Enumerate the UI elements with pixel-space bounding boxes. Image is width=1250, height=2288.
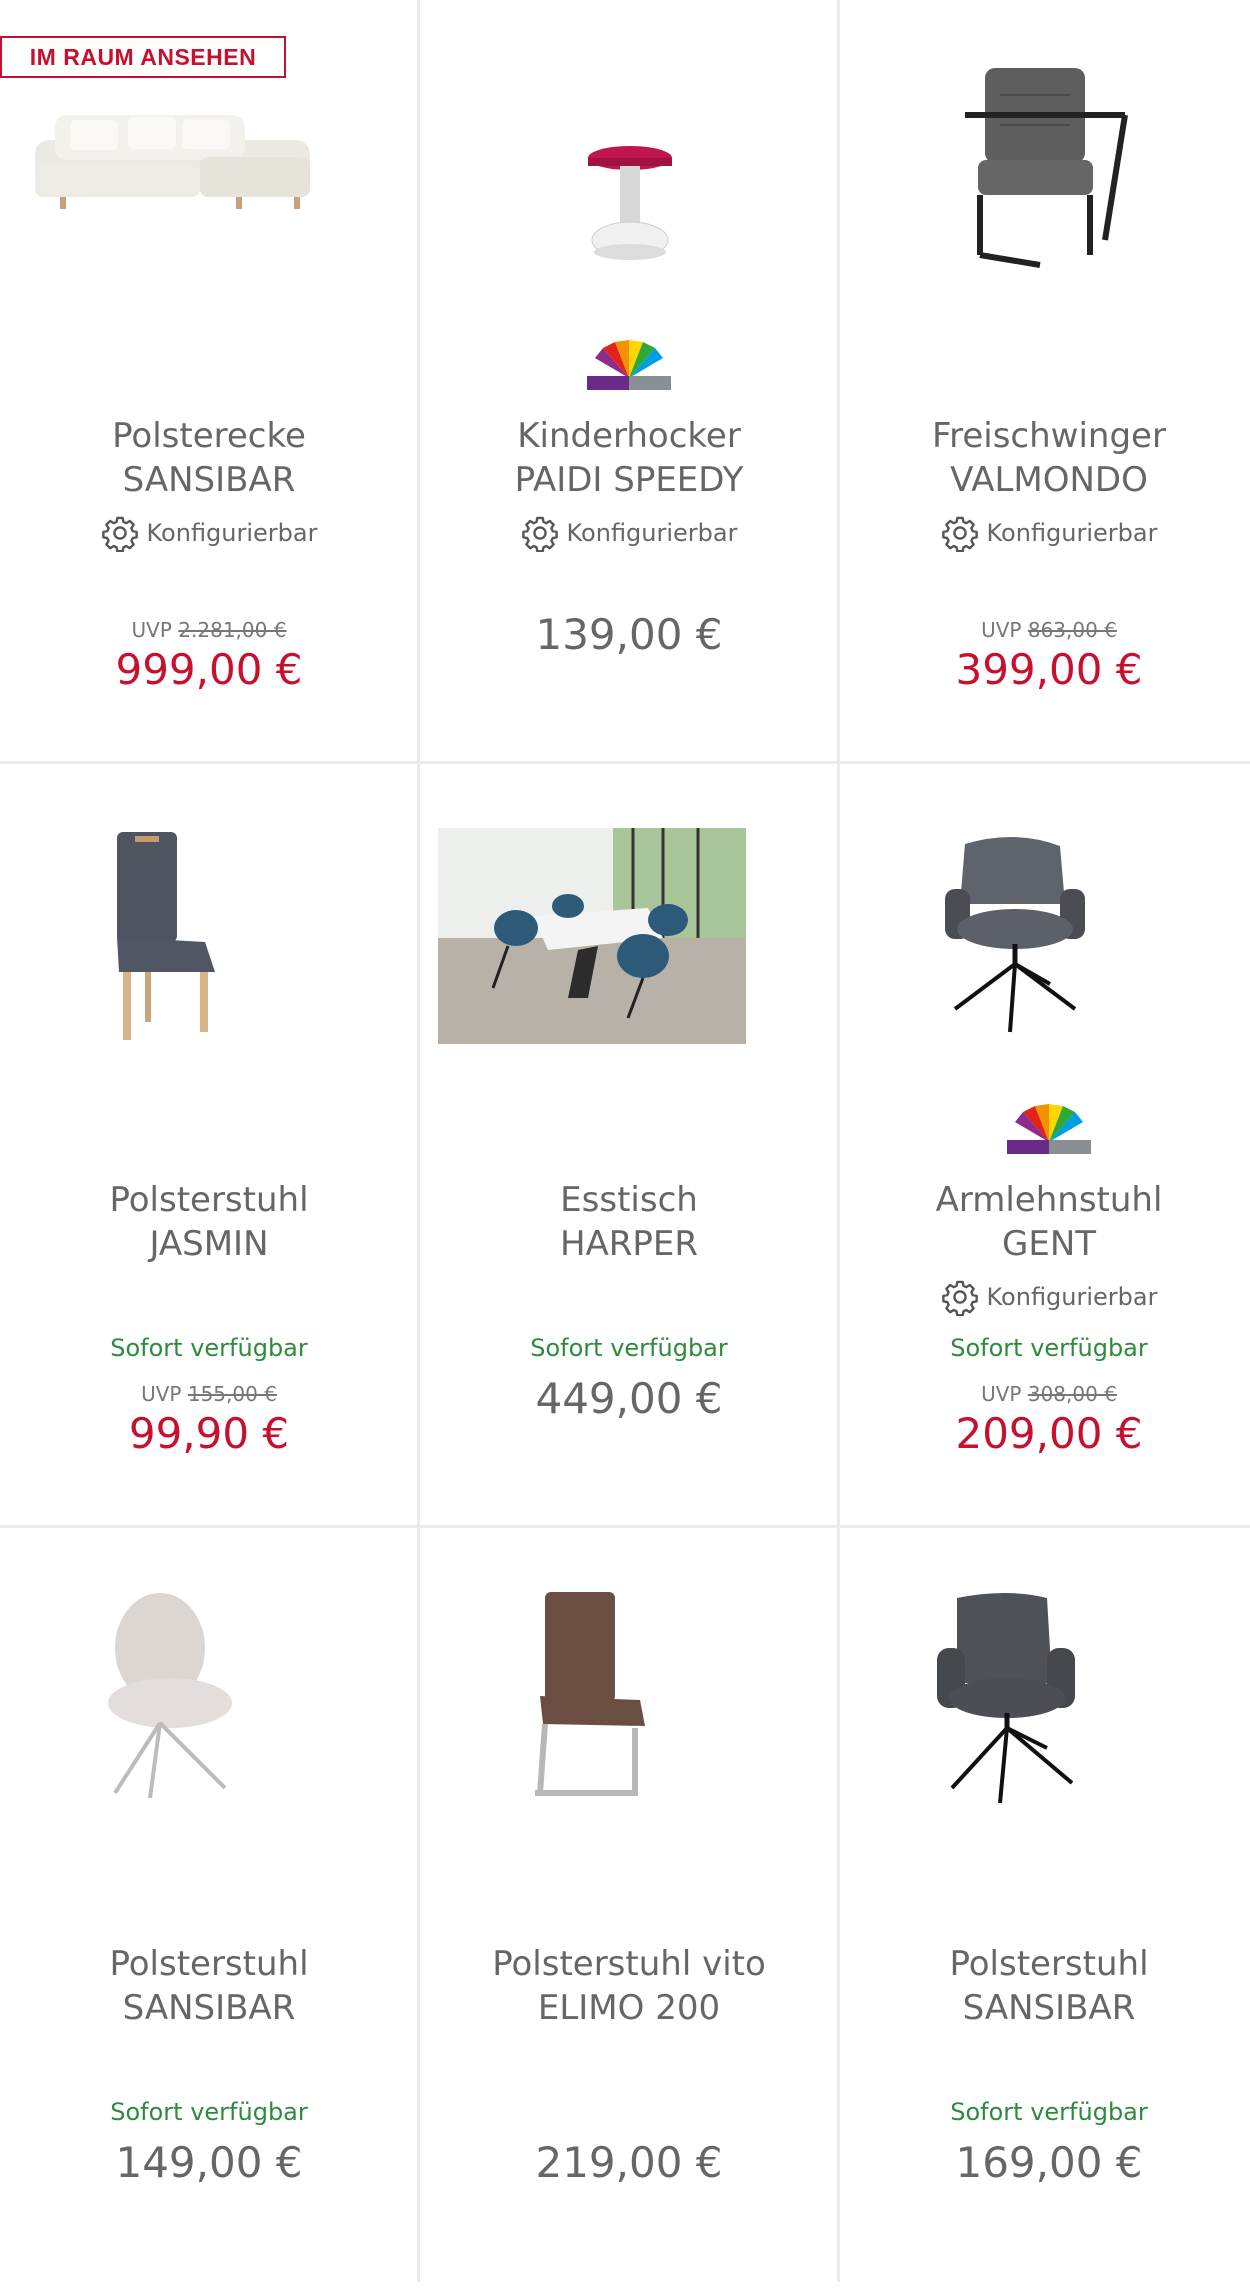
product-image[interactable] (840, 0, 1250, 330)
uvp-price: UVP 863,00 € (981, 618, 1117, 642)
product-card-polsterecke-sansibar[interactable]: IM RAUM ANSEHEN Polsterecke SANSIBAR Konf… (0, 0, 418, 760)
product-name[interactable]: Polsterstuhl SANSIBAR (840, 1942, 1250, 2030)
product-card-polsterstuhl-sansibar[interactable]: Polsterstuhl SANSIBAR Sofort verfügbar 14… (0, 1528, 418, 2288)
product-image[interactable] (0, 764, 418, 1094)
brand-logo-icon (1007, 1104, 1091, 1154)
configurable-label: Konfigurierbar (420, 514, 838, 552)
product-card-esstisch-harper[interactable]: Esstisch HARPER Sofort verfügbar 449,00 € (420, 764, 838, 1524)
product-image[interactable] (840, 1528, 1250, 1858)
configurable-label: Konfigurierbar (0, 514, 418, 552)
configurable-label: Konfigurierbar (840, 514, 1250, 552)
product-price: 99,90 € (128, 1409, 290, 1458)
product-price: 169,00 € (955, 2138, 1143, 2187)
product-card-freischwinger-valmondo[interactable]: Freischwinger VALMONDO Konfigurierbar UVP… (840, 0, 1250, 760)
product-name[interactable]: Esstisch HARPER (420, 1178, 838, 1266)
product-name[interactable]: Polsterstuhl JASMIN (0, 1178, 418, 1266)
product-price: 149,00 € (115, 2138, 303, 2187)
product-image[interactable] (0, 1528, 418, 1858)
configurable-label: Konfigurierbar (840, 1278, 1250, 1316)
product-name[interactable]: Polsterstuhl SANSIBAR (0, 1942, 418, 2030)
product-image[interactable] (420, 764, 838, 1094)
product-card-kinderhocker-paidi-speedy[interactable]: Kinderhocker PAIDI SPEEDY Konfigurierbar … (420, 0, 838, 760)
product-name[interactable]: Polsterecke SANSIBAR (0, 414, 418, 502)
product-price: 399,00 € (955, 645, 1143, 694)
uvp-price: UVP 155,00 € (141, 1382, 277, 1406)
product-card-polsterstuhl-jasmin[interactable]: Polsterstuhl JASMIN Sofort verfügbar UVP … (0, 764, 418, 1524)
product-price: 219,00 € (535, 2138, 723, 2187)
brand-logo-icon (587, 340, 671, 390)
availability-status: Sofort verfügbar (950, 1334, 1148, 1362)
availability-status: Sofort verfügbar (950, 2098, 1148, 2126)
uvp-price: UVP 2.281,00 € (131, 618, 287, 642)
product-image[interactable] (420, 1528, 838, 1858)
product-grid: IM RAUM ANSEHEN Polsterecke SANSIBAR Konf… (0, 0, 1250, 2282)
product-name[interactable]: Kinderhocker PAIDI SPEEDY (420, 414, 838, 502)
gear-icon (101, 516, 138, 552)
product-price: 209,00 € (955, 1409, 1143, 1458)
gear-icon (941, 516, 978, 552)
product-card-armlehnstuhl-gent[interactable]: Armlehnstuhl GENT Konfigurierbar Sofort v… (840, 764, 1250, 1524)
availability-status: Sofort verfügbar (110, 1334, 308, 1362)
uvp-price: UVP 308,00 € (981, 1382, 1117, 1406)
product-card-polsterstuhl-vito-elimo-200[interactable]: Polsterstuhl vito ELIMO 200 219,00 € (420, 1528, 838, 2288)
product-card-polsterstuhl-sansibar-2[interactable]: Polsterstuhl SANSIBAR Sofort verfügbar 16… (840, 1528, 1250, 2288)
product-name[interactable]: Freischwinger VALMONDO (840, 414, 1250, 502)
product-price: 139,00 € (535, 610, 723, 659)
availability-status: Sofort verfügbar (530, 1334, 728, 1362)
gear-icon (941, 1280, 978, 1316)
product-image[interactable] (840, 764, 1250, 1094)
gear-icon (521, 516, 558, 552)
product-image[interactable] (420, 0, 838, 330)
product-price: 449,00 € (535, 1374, 723, 1423)
product-name[interactable]: Polsterstuhl vito ELIMO 200 (420, 1942, 838, 2030)
product-name[interactable]: Armlehnstuhl GENT (840, 1178, 1250, 1266)
product-price: 999,00 € (115, 645, 303, 694)
availability-status: Sofort verfügbar (110, 2098, 308, 2126)
view-in-room-badge[interactable]: IM RAUM ANSEHEN (0, 36, 286, 78)
